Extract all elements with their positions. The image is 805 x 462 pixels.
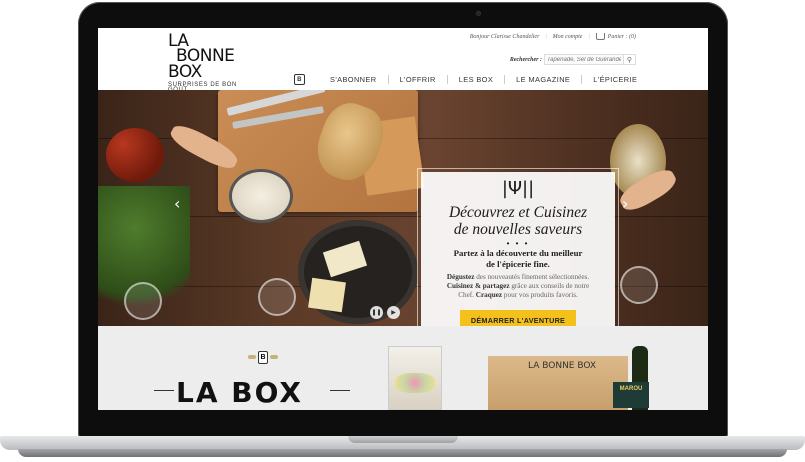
section-title: LA BOX	[176, 376, 303, 409]
logo-line-3: BOX	[168, 61, 202, 82]
cart-link[interactable]: Panier : (0)	[595, 33, 636, 40]
nav-item-gift[interactable]: L'OFFRIR	[387, 75, 447, 84]
glass-image	[124, 282, 162, 320]
hero-title-line-2: de nouvelles saveurs	[453, 221, 583, 238]
hero-lead-line-1: Partez à la découverte du meilleur	[453, 248, 583, 258]
browser-screen: LA BONNE BOX SURPRISES DE BON GOÛT Bonjo…	[98, 28, 708, 410]
pause-icon[interactable]: ❚❚	[370, 306, 383, 319]
cart-label: Panier : (0)	[607, 33, 636, 40]
hero-card: |Ψ|| Découvrez et Cuisinez de nouvelles …	[417, 168, 619, 326]
hero-lead-line-2: de l'épicerie fine.	[486, 259, 550, 269]
glass-image	[620, 266, 658, 304]
title-rule	[330, 390, 350, 391]
hero-body: Dégustez des nouveautés finement sélecti…	[421, 273, 615, 300]
chevron-left-icon[interactable]: ‹	[174, 194, 180, 213]
glass-image	[258, 278, 296, 316]
nav-item-grocery[interactable]: L'ÉPICERIE	[581, 75, 648, 84]
badge-wing	[270, 355, 278, 359]
site-logo[interactable]: LA BONNE BOX SURPRISES DE BON GOÛT	[168, 32, 250, 94]
hero-slider: ‹ › ❚❚ ▶ |Ψ|| Découvrez et Cuisinez de n…	[98, 90, 708, 326]
chevron-right-icon[interactable]: ›	[622, 194, 628, 213]
nav-item-subscribe[interactable]: S'ABONNER	[319, 75, 388, 84]
hero-body-text: des nouveautés finement sélectionnées.	[474, 273, 590, 281]
hero-body-bold: Dégustez	[446, 273, 475, 281]
bonne-box-image: LA BONNE BOX	[488, 356, 628, 410]
cheese-image	[308, 277, 346, 313]
box-badge: B	[246, 350, 280, 364]
badge-wing	[248, 355, 256, 359]
decorative-bullets: • • •	[506, 239, 530, 248]
basket-icon	[595, 33, 605, 40]
start-adventure-button[interactable]: DÉMARRER L'AVENTURE	[459, 310, 577, 326]
marou-chocolate-image: MAROU	[613, 382, 649, 408]
camera	[476, 11, 481, 16]
play-icon[interactable]: ▶	[387, 306, 400, 319]
laptop-foot	[18, 449, 787, 457]
site-header: LA BONNE BOX SURPRISES DE BON GOÛT Bonjo…	[98, 28, 708, 93]
title-rule	[154, 390, 174, 391]
search-label: Rechercher :	[509, 56, 542, 63]
dip-bowl-image	[232, 172, 290, 220]
hero-title: Découvrez et Cuisinez de nouvelles saveu…	[421, 204, 615, 238]
nav-item-magazine[interactable]: LE MAGAZINE	[504, 75, 581, 84]
divider: |	[545, 33, 547, 40]
hero-body-text: pour vos produits favoris.	[502, 291, 578, 299]
magnifier-icon[interactable]: ⚲	[624, 54, 636, 65]
laptop-notch	[348, 436, 458, 443]
candy-image	[395, 373, 435, 393]
tomatoes-image	[106, 128, 164, 182]
box-logo: LA BONNE BOX	[528, 361, 597, 371]
greeting-text: Bonjour Clarisse Chandelier	[469, 33, 540, 40]
hero-title-line-1: Découvrez et Cuisinez	[448, 204, 588, 221]
b-logo-icon[interactable]: B	[294, 74, 305, 85]
account-link[interactable]: Mon compte	[553, 34, 583, 40]
hero-lead: Partez à la découverte du meilleur de l'…	[421, 248, 615, 270]
b-logo-icon: B	[258, 350, 268, 364]
nav-item-boxes[interactable]: LES BOX	[446, 75, 504, 84]
search-bar: Rechercher : ⚲	[510, 54, 636, 65]
divider: |	[588, 33, 590, 40]
search-input[interactable]	[544, 54, 624, 65]
cutlery-icon: |Ψ||	[501, 178, 535, 199]
main-nav: B S'ABONNER L'OFFRIR LES BOX LE MAGAZINE…	[294, 74, 648, 85]
slider-controls: ❚❚ ▶	[370, 306, 400, 319]
candy-tin-image	[388, 346, 442, 410]
hero-body-bold: Craquez	[475, 291, 503, 299]
account-bar: Bonjour Clarisse Chandelier | Mon compte…	[470, 33, 636, 40]
laptop-frame: LA BONNE BOX SURPRISES DE BON GOÛT Bonjo…	[0, 0, 805, 462]
box-section: B LA BOX LA BONNE BOX MAROU	[98, 326, 708, 410]
hero-body-bold: Cuisinez & partagez	[446, 282, 510, 290]
